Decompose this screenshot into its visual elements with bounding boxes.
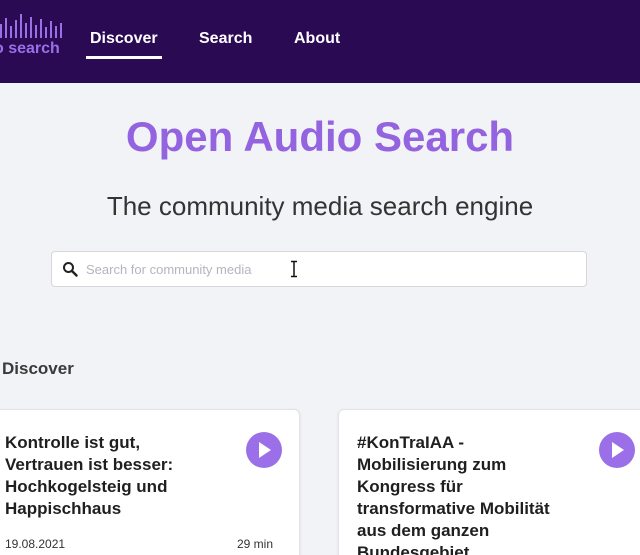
media-card[interactable]: #KonTraIAA - Mobilisierung zum Kongress … [338,409,640,555]
play-button[interactable] [599,432,635,468]
card-date: 19.08.2021 [5,537,66,551]
nav-search[interactable]: Search [199,30,252,48]
logo[interactable]: o search [0,14,66,62]
text-cursor-icon [291,260,297,278]
nav-discover[interactable]: Discover [86,30,162,59]
play-button[interactable] [246,432,282,468]
audio-waveform-icon [0,14,62,38]
hero-title: Open Audio Search [125,113,515,160]
search-icon [63,262,78,277]
hero-subtitle: The community media search engine [106,191,534,221]
top-navbar: o search Discover Search About [0,0,640,83]
card-duration: 29 min [237,537,274,551]
media-card[interactable]: Kontrolle ist gut, Vertrauen ist besser:… [0,409,300,555]
card-title[interactable]: #KonTraIAA - Mobilisierung zum Kongress … [357,432,577,555]
search-input[interactable] [86,252,576,286]
nav-about[interactable]: About [294,30,340,48]
play-icon [612,442,624,458]
logo-text: o search [0,40,60,57]
discover-heading: Discover [2,359,74,378]
play-icon [259,442,271,458]
card-title[interactable]: Kontrolle ist gut, Vertrauen ist besser:… [5,432,215,520]
search-box[interactable] [51,251,587,287]
